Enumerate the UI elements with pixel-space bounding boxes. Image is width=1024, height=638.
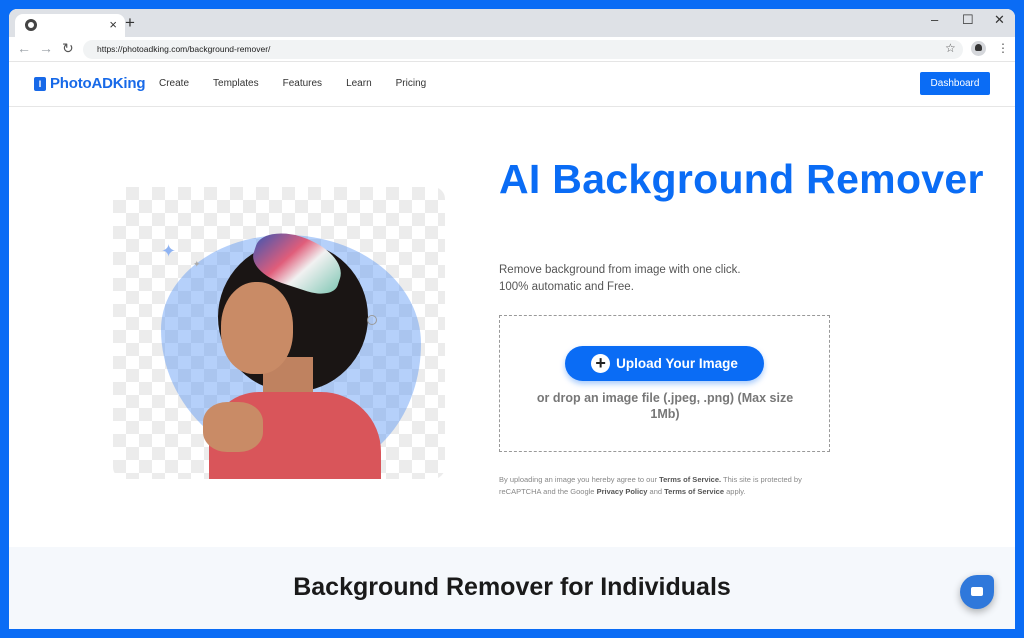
menu-features[interactable]: Features [283, 78, 322, 89]
sparkle-small-icon: ✦ [193, 259, 201, 269]
upload-label: Upload Your Image [616, 356, 738, 371]
browser-window: × + – ☐ ✕ ← → ↻ https://photoadking.com/… [9, 9, 1015, 629]
browser-tab[interactable]: × [15, 14, 125, 37]
maximize-button[interactable]: ☐ [962, 12, 974, 28]
legal-text: and [647, 487, 665, 496]
legal-text: apply. [724, 487, 746, 496]
google-terms-link[interactable]: Terms of Service [664, 487, 724, 496]
bookmark-star-icon[interactable]: ☆ [945, 41, 956, 55]
plus-circle-icon: + [591, 354, 611, 373]
legal-notice: By uploading an image you hereby agree t… [499, 474, 819, 498]
browser-menu-icon[interactable]: ⋮ [997, 41, 1009, 55]
individuals-section: Background Remover for Individuals [9, 547, 1015, 629]
ring-icon [367, 315, 377, 325]
menu-learn[interactable]: Learn [346, 78, 372, 89]
chat-widget-button[interactable] [960, 575, 994, 609]
dashboard-button[interactable]: Dashboard [920, 72, 990, 95]
page-title: AI Background Remover [499, 156, 984, 202]
minimize-button[interactable]: – [931, 12, 938, 27]
forward-icon[interactable]: → [39, 40, 53, 56]
drop-hint: or drop an image file (.jpeg, .png) (Max… [536, 391, 794, 421]
profile-avatar-icon[interactable] [971, 41, 986, 56]
menu-create[interactable]: Create [159, 78, 189, 89]
site-header: I PhotoADKing Create Templates Features … [9, 62, 1015, 107]
logo[interactable]: I PhotoADKing [34, 75, 145, 92]
hero-sample-image: ✦ ✦ [113, 187, 445, 479]
subtitle-line-1: Remove background from image with one cl… [499, 264, 741, 276]
tab-strip: × + – ☐ ✕ [9, 9, 1015, 37]
terms-of-service-link[interactable]: Terms of Service. [659, 475, 721, 484]
legal-text: By uploading an image you hereby agree t… [499, 475, 660, 484]
close-window-button[interactable]: ✕ [994, 12, 1005, 28]
sparkle-icon: ✦ [161, 241, 177, 261]
person-face [221, 282, 293, 374]
upload-image-button[interactable]: + Upload Your Image [565, 346, 764, 381]
person-hand [203, 402, 263, 452]
browser-toolbar: ← → ↻ https://photoadking.com/background… [9, 37, 1015, 62]
main-menu: Create Templates Features Learn Pricing [159, 78, 426, 89]
image-dropzone[interactable]: + Upload Your Image or drop an image fil… [499, 315, 830, 452]
menu-pricing[interactable]: Pricing [396, 78, 427, 89]
new-tab-button[interactable]: + [125, 13, 135, 33]
subtitle-line-2: 100% automatic and Free. [499, 281, 634, 293]
reload-icon[interactable]: ↻ [62, 40, 74, 57]
section-title: Background Remover for Individuals [293, 573, 731, 601]
close-tab-icon[interactable]: × [109, 17, 117, 32]
logo-mark-icon: I [34, 76, 46, 91]
menu-templates[interactable]: Templates [213, 78, 259, 89]
hero-section: ✦ ✦ AI Background Remover Remove backgro… [9, 107, 1015, 547]
privacy-policy-link[interactable]: Privacy Policy [597, 487, 648, 496]
logo-text: PhotoADKing [50, 75, 146, 92]
address-bar[interactable]: https://photoadking.com/background-remov… [83, 40, 963, 59]
hero-subtitle: Remove background from image with one cl… [499, 262, 741, 296]
back-icon[interactable]: ← [17, 40, 31, 56]
chrome-icon [25, 19, 37, 31]
